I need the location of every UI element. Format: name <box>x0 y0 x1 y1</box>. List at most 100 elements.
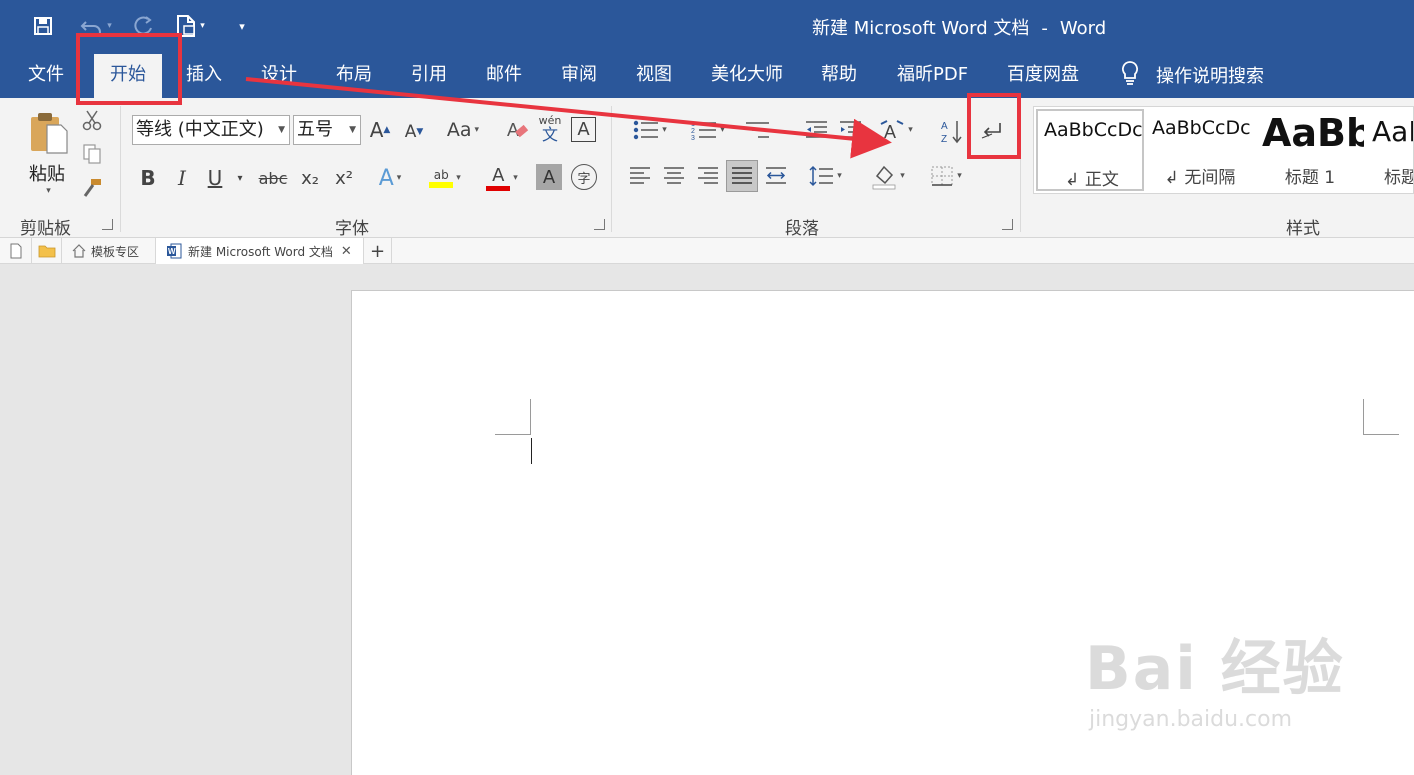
paste-label: 粘贴 <box>29 163 65 185</box>
grow-font-button[interactable]: A ▲ <box>366 116 394 144</box>
borders-button[interactable]: ▾ <box>922 162 970 190</box>
highlight-color-button[interactable]: ab ▾ <box>420 162 470 194</box>
font-name-combo[interactable]: 等线 (中文正文) ▼ <box>132 115 290 145</box>
templates-label: 模板专区 <box>91 244 140 259</box>
style-no-spacing[interactable]: AaBbCcDc ↲ 无间隔 <box>1146 109 1254 191</box>
chevron-down-icon: ▾ <box>474 125 480 135</box>
bold-button[interactable]: B <box>136 164 160 192</box>
chevron-down-icon: ▾ <box>837 171 842 181</box>
customize-icon[interactable]: ▾ <box>234 13 250 39</box>
shrink-font-button[interactable]: A ▼ <box>400 118 428 146</box>
tab-beautify-master[interactable]: 美化大师 <box>711 52 783 98</box>
font-group-label: 字体 <box>335 219 369 239</box>
character-border-button[interactable]: A <box>571 117 596 142</box>
tab-layout[interactable]: 布局 <box>336 52 372 98</box>
font-size-combo[interactable]: 五号 ▼ <box>293 115 361 145</box>
distributed-icon[interactable] <box>762 162 790 190</box>
sort-icon[interactable]: AZ <box>938 116 966 146</box>
style-name: 标题 1 <box>1284 168 1336 188</box>
align-right-icon[interactable] <box>694 162 722 190</box>
decrease-indent-icon[interactable] <box>802 116 830 144</box>
paste-button[interactable]: 粘贴 ▾ <box>18 104 76 200</box>
highlight-swatch <box>429 182 454 188</box>
text-cursor <box>531 438 532 464</box>
line-spacing-button[interactable]: ▾ <box>802 162 848 190</box>
tab-view[interactable]: 视图 <box>636 52 672 98</box>
style-heading-1[interactable]: AaBb 标题 1 <box>1256 109 1364 191</box>
style-title[interactable]: AaB 标题 <box>1366 109 1413 191</box>
tab-design[interactable]: 设计 <box>261 52 297 98</box>
change-case-button[interactable]: Aa ▾ <box>440 116 486 144</box>
chinese-layout-button[interactable]: A ▾ <box>874 116 918 144</box>
align-center-icon[interactable] <box>660 162 688 190</box>
superscript-button[interactable]: x² <box>330 164 358 192</box>
clear-formatting-icon[interactable]: A <box>504 116 530 144</box>
multilevel-list-icon[interactable] <box>742 116 772 144</box>
tab-mailings[interactable]: 邮件 <box>486 52 522 98</box>
subscript-button[interactable]: x₂ <box>296 164 324 192</box>
add-tab-icon[interactable]: + <box>364 238 392 264</box>
font-color-icon: A <box>486 165 511 191</box>
highlight-box-home-tab <box>76 33 182 105</box>
tab-file[interactable]: 文件 <box>28 52 64 98</box>
group-divider <box>611 106 612 232</box>
tab-foxit-pdf[interactable]: 福昕PDF <box>897 52 968 98</box>
app-name: Word <box>1059 18 1107 39</box>
tab-review[interactable]: 审阅 <box>561 52 597 98</box>
tab-current-document[interactable]: W 新建 Microsoft Word 文档 ✕ <box>156 238 364 264</box>
svg-text:Z: Z <box>941 134 947 144</box>
tell-me-search[interactable]: 操作说明搜索 <box>1120 52 1264 98</box>
style-name: ↲ 正文 <box>1065 170 1119 190</box>
underline-dropdown[interactable]: ▾ <box>230 164 250 192</box>
strikethrough-button[interactable]: abc <box>256 164 290 192</box>
save-icon[interactable] <box>32 13 54 39</box>
align-left-icon[interactable] <box>626 162 654 190</box>
copy-icon[interactable] <box>80 142 104 166</box>
bullets-button[interactable]: ▾ <box>626 116 674 144</box>
folder-icon[interactable] <box>32 238 62 264</box>
new-file-icon[interactable] <box>0 238 32 264</box>
chevron-down-icon: ▾ <box>908 125 913 135</box>
chevron-down-icon: ▼ <box>349 125 356 135</box>
format-painter-icon[interactable] <box>80 176 104 200</box>
style-sample: AaBb <box>1262 111 1364 155</box>
character-shading-button[interactable]: A <box>536 164 562 190</box>
close-icon[interactable]: ✕ <box>341 244 352 259</box>
tab-baidu-netdisk[interactable]: 百度网盘 <box>1007 52 1079 98</box>
text-effects-button[interactable]: A ▾ <box>368 164 412 192</box>
paragraph-launcher-icon[interactable] <box>1002 219 1013 230</box>
style-sample: AaB <box>1372 115 1413 148</box>
phonetic-guide-button[interactable]: wén 文 <box>536 112 564 146</box>
title-bar: ▾ ▾ ▾ 新建 Microsoft Word 文档 - Word <box>0 0 1414 52</box>
home-icon <box>72 244 86 258</box>
font-color-button[interactable]: A ▾ <box>478 162 526 194</box>
justify-icon[interactable] <box>726 160 758 192</box>
numbering-button[interactable]: 1 2 3 ▾ <box>684 116 732 144</box>
tab-references[interactable]: 引用 <box>411 52 447 98</box>
chevron-down-icon: ▾ <box>396 173 402 183</box>
chevron-down-icon: ▾ <box>720 125 725 135</box>
tab-insert[interactable]: 插入 <box>186 52 222 98</box>
chevron-down-icon: ▾ <box>46 185 51 196</box>
character-border-label: A <box>577 119 590 140</box>
style-normal[interactable]: AaBbCcDc ↲ 正文 <box>1036 109 1144 191</box>
watermark-logo: Bai 经验 <box>1085 634 1345 704</box>
enclose-characters-button[interactable]: 字 <box>571 164 597 190</box>
underline-button[interactable]: U <box>203 164 227 192</box>
tab-help[interactable]: 帮助 <box>821 52 857 98</box>
svg-text:2: 2 <box>691 128 695 135</box>
font-launcher-icon[interactable] <box>594 219 605 230</box>
watermark-url: jingyan.baidu.com <box>1089 707 1293 732</box>
highlight-box-formatting-marks <box>967 93 1021 159</box>
clipboard-launcher-icon[interactable] <box>102 219 113 230</box>
chevron-down-icon: ▾ <box>513 173 518 183</box>
styles-group-label: 样式 <box>1286 219 1320 239</box>
ribbon-tab-bar: 文件 开始 插入 设计 布局 引用 邮件 审阅 视图 美化大师 帮助 福昕PDF… <box>0 52 1414 98</box>
tab-templates[interactable]: 模板专区 <box>62 238 156 264</box>
cut-icon[interactable] <box>80 108 104 132</box>
increase-indent-icon[interactable] <box>836 116 864 144</box>
paragraph-group-label: 段落 <box>785 219 819 239</box>
italic-button[interactable]: I <box>170 164 194 192</box>
paragraph-shading-button[interactable]: ▾ <box>864 160 912 192</box>
phonetic-top: wén <box>538 113 562 127</box>
